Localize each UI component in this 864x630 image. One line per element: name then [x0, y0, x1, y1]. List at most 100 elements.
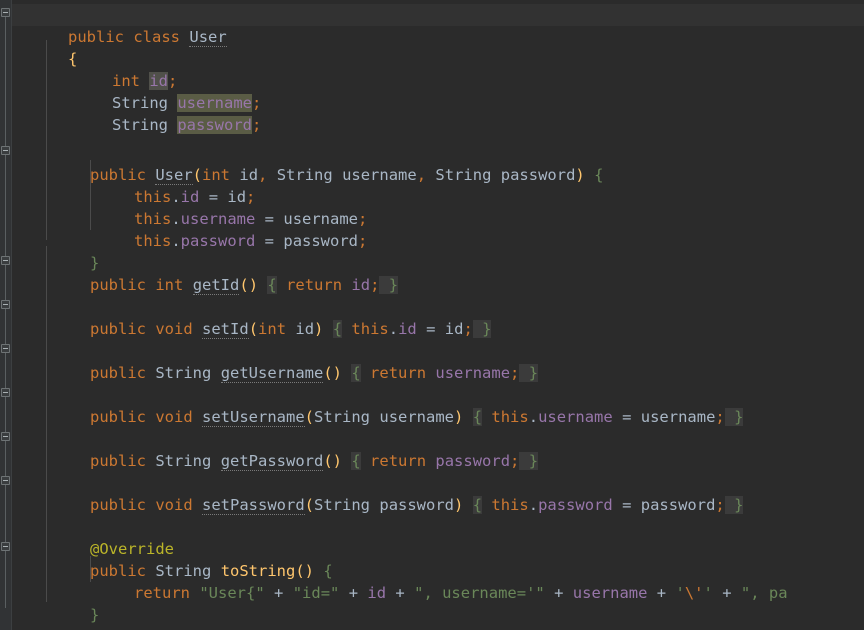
param-password: password	[379, 496, 454, 514]
brace-open: {	[473, 408, 482, 426]
fold-marker-getusername[interactable]	[1, 344, 10, 353]
code-line-2[interactable]: {	[0, 26, 864, 48]
code-line-1[interactable]: public class User	[0, 4, 864, 26]
paren-close: )	[454, 496, 463, 514]
keyword-public: public	[90, 408, 146, 426]
code-line-7[interactable]: public User(int id, String username, Str…	[0, 142, 864, 164]
code-line-20[interactable]: public String getPassword() { return pas…	[0, 428, 864, 450]
assign-operator: =	[622, 408, 631, 426]
fold-marker-getid[interactable]	[1, 256, 10, 265]
fold-marker-constructor[interactable]	[1, 146, 10, 155]
code-line-26[interactable]: return "User{" + "id=" + id + ", usernam…	[0, 560, 864, 582]
semicolon: ;	[463, 320, 472, 338]
brace-open: {	[333, 320, 342, 338]
type-string: String	[112, 116, 168, 134]
code-line-28[interactable]: }	[0, 604, 864, 626]
code-line-12[interactable]: public int getId() { return id; }	[0, 252, 864, 274]
keyword-public: public	[90, 496, 146, 514]
keyword-this: this	[491, 496, 528, 514]
assign-operator: =	[426, 320, 435, 338]
param-password: password	[641, 496, 716, 514]
parens: ()	[323, 364, 342, 382]
keyword-public: public	[90, 452, 146, 470]
param-id: id	[295, 320, 314, 338]
dot: .	[529, 496, 538, 514]
keyword-public: public	[90, 320, 146, 338]
code-line-10[interactable]: this.password = password;	[0, 208, 864, 230]
code-line-9[interactable]: this.username = username;	[0, 186, 864, 208]
param-username: username	[641, 408, 716, 426]
code-line-25[interactable]: public String toString() {	[0, 538, 864, 560]
field-id: id	[398, 320, 417, 338]
dot: .	[389, 320, 398, 338]
code-line-27[interactable]: }	[0, 582, 864, 604]
semicolon: ;	[510, 452, 519, 470]
brace-open: {	[351, 364, 360, 382]
code-line-3[interactable]: int id;	[0, 48, 864, 70]
method-setid: setId	[202, 320, 249, 339]
code-line-5[interactable]: String password;	[0, 92, 864, 114]
type-string: String	[314, 408, 370, 426]
code-line-24[interactable]: @Override	[0, 516, 864, 538]
code-line-18[interactable]: public void setUsername(String username)…	[0, 384, 864, 406]
fold-marker-tostring[interactable]	[1, 542, 10, 551]
dot: .	[529, 408, 538, 426]
brace-open: {	[473, 496, 482, 514]
semicolon: ;	[715, 408, 724, 426]
semicolon: ;	[510, 364, 519, 382]
type-string: String	[155, 452, 211, 470]
keyword-int: int	[155, 276, 183, 294]
brace-close: }	[473, 320, 492, 338]
brace-open: {	[267, 276, 276, 294]
field-password: password	[435, 452, 510, 470]
param-username: username	[379, 408, 454, 426]
fold-marker-setid[interactable]	[1, 300, 10, 309]
brace-close: }	[519, 452, 538, 470]
field-password: password	[177, 116, 252, 134]
param-id: id	[445, 320, 464, 338]
fold-marker-setusername[interactable]	[1, 388, 10, 397]
code-line-16[interactable]: public String getUsername() { return use…	[0, 340, 864, 362]
method-setusername: setUsername	[202, 408, 305, 427]
keyword-void: void	[155, 496, 192, 514]
method-getid: getId	[193, 276, 240, 295]
keyword-void: void	[155, 320, 192, 338]
brace-close: }	[725, 496, 744, 514]
brace-close: }	[725, 408, 744, 426]
code-line-14[interactable]: public void setId(int id) { this.id = id…	[0, 296, 864, 318]
parens: ()	[323, 452, 342, 470]
fold-marker-getpassword[interactable]	[1, 432, 10, 441]
paren-close: )	[454, 408, 463, 426]
code-line-22[interactable]: public void setPassword(String password)…	[0, 472, 864, 494]
paren-open: (	[305, 496, 314, 514]
brace-open: {	[351, 452, 360, 470]
code-line-4[interactable]: String username;	[0, 70, 864, 92]
editor-gutter[interactable]	[0, 0, 12, 630]
brace-close: }	[379, 276, 398, 294]
method-getusername: getUsername	[221, 364, 324, 383]
keyword-int: int	[258, 320, 286, 338]
keyword-return: return	[286, 276, 342, 294]
assign-operator: =	[622, 496, 631, 514]
paren-open: (	[249, 320, 258, 338]
field-username: username	[538, 408, 613, 426]
code-line-11[interactable]: }	[0, 230, 864, 252]
fold-line-class	[5, 16, 6, 608]
field-password: password	[538, 496, 613, 514]
brace-close: }	[519, 364, 538, 382]
keyword-public: public	[90, 364, 146, 382]
keyword-return: return	[370, 452, 426, 470]
code-editor[interactable]: public class User { int id; String usern…	[0, 0, 864, 630]
semicolon: ;	[715, 496, 724, 514]
parens: ()	[239, 276, 258, 294]
type-string: String	[155, 364, 211, 382]
keyword-this: this	[351, 320, 388, 338]
code-area[interactable]: public class User { int id; String usern…	[0, 0, 864, 630]
keyword-this: this	[491, 408, 528, 426]
keyword-void: void	[155, 408, 192, 426]
code-line-8[interactable]: this.id = id;	[0, 164, 864, 186]
field-id: id	[351, 276, 370, 294]
fold-marker-setpassword[interactable]	[1, 476, 10, 485]
method-getpassword: getPassword	[221, 452, 324, 471]
fold-marker-class[interactable]	[1, 8, 10, 17]
